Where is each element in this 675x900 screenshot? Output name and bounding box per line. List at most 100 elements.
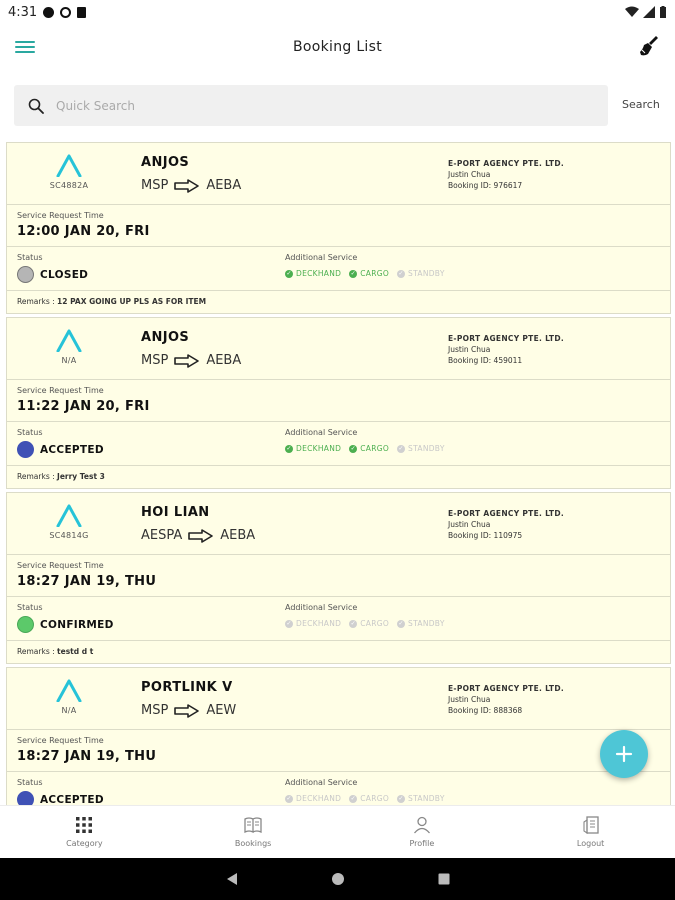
route-arrow-icon	[174, 703, 200, 718]
route-arrow-icon	[188, 528, 214, 543]
route-to: AEBA	[220, 528, 256, 543]
check-icon: ✓	[349, 794, 358, 803]
service-time-label: Service Request Time	[17, 736, 104, 745]
vessel-logo-icon	[56, 504, 82, 527]
nav-bookings[interactable]: Bookings	[169, 806, 338, 858]
check-icon: ✓	[397, 619, 406, 628]
check-icon: ✓	[349, 444, 358, 453]
vessel-logo: SC4882A	[47, 153, 91, 190]
nav-profile[interactable]: Profile	[338, 806, 507, 858]
vessel-logo-icon	[56, 154, 82, 177]
agency-info: E-PORT AGENCY PTE. LTD. Justin Chua Book…	[448, 683, 564, 716]
remarks-text: 12 PAX GOING UP PLS AS FOR ITEM	[57, 297, 207, 306]
booking-card[interactable]: SC4814G HOI LIAN AESPA AEBA E-PORT AGENC…	[6, 492, 671, 664]
remarks-section: Remarks : testd d t	[7, 641, 670, 663]
nav-label: Bookings	[234, 839, 272, 848]
booking-card[interactable]: N/A PORTLINK V MSP AEW E-PORT AGENCY PTE…	[6, 667, 671, 805]
status-badge: ACCEPTED	[17, 791, 104, 805]
check-icon: ✓	[397, 794, 406, 803]
vessel-logo-icon	[56, 679, 82, 702]
service-time-section: Service Request Time 18:27 JAN 19, THU	[7, 730, 670, 772]
route-arrow-icon	[174, 178, 200, 193]
agency-contact: Justin Chua	[448, 170, 491, 179]
vessel-logo: N/A	[47, 678, 91, 715]
agency-contact: Justin Chua	[448, 520, 491, 529]
booking-card[interactable]: SC4882A ANJOS MSP AEBA E-PORT AGENCY PTE…	[6, 142, 671, 314]
remarks: Remarks : Jerry Test 3	[17, 472, 105, 481]
additional-services: ✓ DECKHAND ✓ CARGO ✓ STANDBY	[285, 269, 445, 278]
nav-category[interactable]: Category	[0, 806, 169, 858]
booking-id: Booking ID: 976617	[448, 181, 523, 190]
vessel-name: ANJOS	[141, 155, 190, 170]
vessel-code: N/A	[61, 356, 77, 365]
vessel-name: HOI LIAN	[141, 505, 210, 520]
remarks-section: Remarks : Jerry Test 3	[7, 466, 670, 488]
hamburger-line	[15, 40, 35, 43]
route-to: AEBA	[206, 178, 242, 193]
status-label: Status	[17, 603, 43, 612]
route-from: AESPA	[141, 528, 183, 543]
booking-id: Booking ID: 888368	[448, 706, 523, 715]
service-time-label: Service Request Time	[17, 561, 104, 570]
search-button[interactable]: Search	[622, 98, 660, 111]
booking-card[interactable]: N/A ANJOS MSP AEBA E-PORT AGENCY PTE. LT…	[6, 317, 671, 489]
add-booking-button[interactable]	[600, 730, 648, 778]
app-icon	[60, 6, 72, 18]
agency-info: E-PORT AGENCY PTE. LTD. Justin Chua Book…	[448, 158, 564, 191]
bookings-icon	[244, 817, 262, 834]
nav-logout[interactable]: Logout	[506, 806, 675, 858]
vessel-logo: SC4814G	[47, 503, 91, 540]
search-input[interactable]	[56, 98, 556, 113]
profile-icon	[413, 816, 430, 834]
agency-name: E-PORT AGENCY PTE. LTD.	[448, 684, 565, 693]
wifi-icon	[625, 6, 639, 17]
home-icon[interactable]	[331, 872, 345, 886]
additional-services: ✓ DECKHAND ✓ CARGO ✓ STANDBY	[285, 794, 445, 803]
service-standby: ✓ STANDBY	[397, 794, 445, 803]
route-arrow-icon	[174, 353, 200, 368]
status-text: CLOSED	[40, 268, 89, 281]
status-label: Status	[17, 428, 43, 437]
booking-list: SC4882A ANJOS MSP AEBA E-PORT AGENCY PTE…	[0, 140, 675, 805]
service-time-label: Service Request Time	[17, 211, 104, 220]
status-dot-icon	[17, 791, 34, 805]
sim-icon	[77, 6, 87, 18]
menu-button[interactable]	[14, 36, 36, 58]
service-time-section: Service Request Time 11:22 JAN 20, FRI	[7, 380, 670, 422]
vessel-logo-icon	[56, 329, 82, 352]
check-icon: ✓	[349, 619, 358, 628]
status-dot-icon	[17, 616, 34, 633]
service-time: 18:27 JAN 19, THU	[17, 749, 157, 764]
back-icon[interactable]	[225, 872, 239, 886]
clear-filter-button[interactable]	[637, 34, 661, 58]
route: MSP AEW	[141, 703, 236, 718]
route-to: AEBA	[206, 353, 242, 368]
service-cargo: ✓ CARGO	[349, 444, 390, 453]
status-badge: CLOSED	[17, 266, 88, 283]
status-text: ACCEPTED	[40, 793, 104, 806]
hamburger-line	[15, 45, 35, 48]
additional-service-label: Additional Service	[285, 253, 358, 262]
check-icon: ✓	[285, 269, 293, 278]
nav-label: Category	[66, 839, 103, 848]
service-cargo: ✓ CARGO	[349, 269, 390, 278]
route: MSP AEBA	[141, 353, 241, 368]
booking-header: SC4882A ANJOS MSP AEBA E-PORT AGENCY PTE…	[7, 143, 670, 205]
check-icon: ✓	[285, 444, 293, 453]
vessel-code: N/A	[61, 706, 77, 715]
recents-icon[interactable]	[437, 872, 451, 886]
page-title: Booking List	[292, 39, 382, 55]
vessel-name: ANJOS	[141, 330, 190, 345]
service-deckhand: ✓ DECKHAND	[285, 794, 342, 803]
status-text: ACCEPTED	[40, 443, 104, 456]
status-label: Status	[17, 778, 43, 787]
check-icon: ✓	[285, 619, 293, 628]
agency-contact: Justin Chua	[448, 345, 491, 354]
remarks-text: testd d t	[57, 647, 94, 656]
status-section: Status ACCEPTED Additional Service ✓ DECK…	[7, 422, 670, 466]
agency-info: E-PORT AGENCY PTE. LTD. Justin Chua Book…	[448, 508, 564, 541]
booking-header: SC4814G HOI LIAN AESPA AEBA E-PORT AGENC…	[7, 493, 670, 555]
remarks-text: Jerry Test 3	[57, 472, 105, 481]
search-icon	[28, 98, 44, 114]
check-icon: ✓	[397, 444, 406, 453]
